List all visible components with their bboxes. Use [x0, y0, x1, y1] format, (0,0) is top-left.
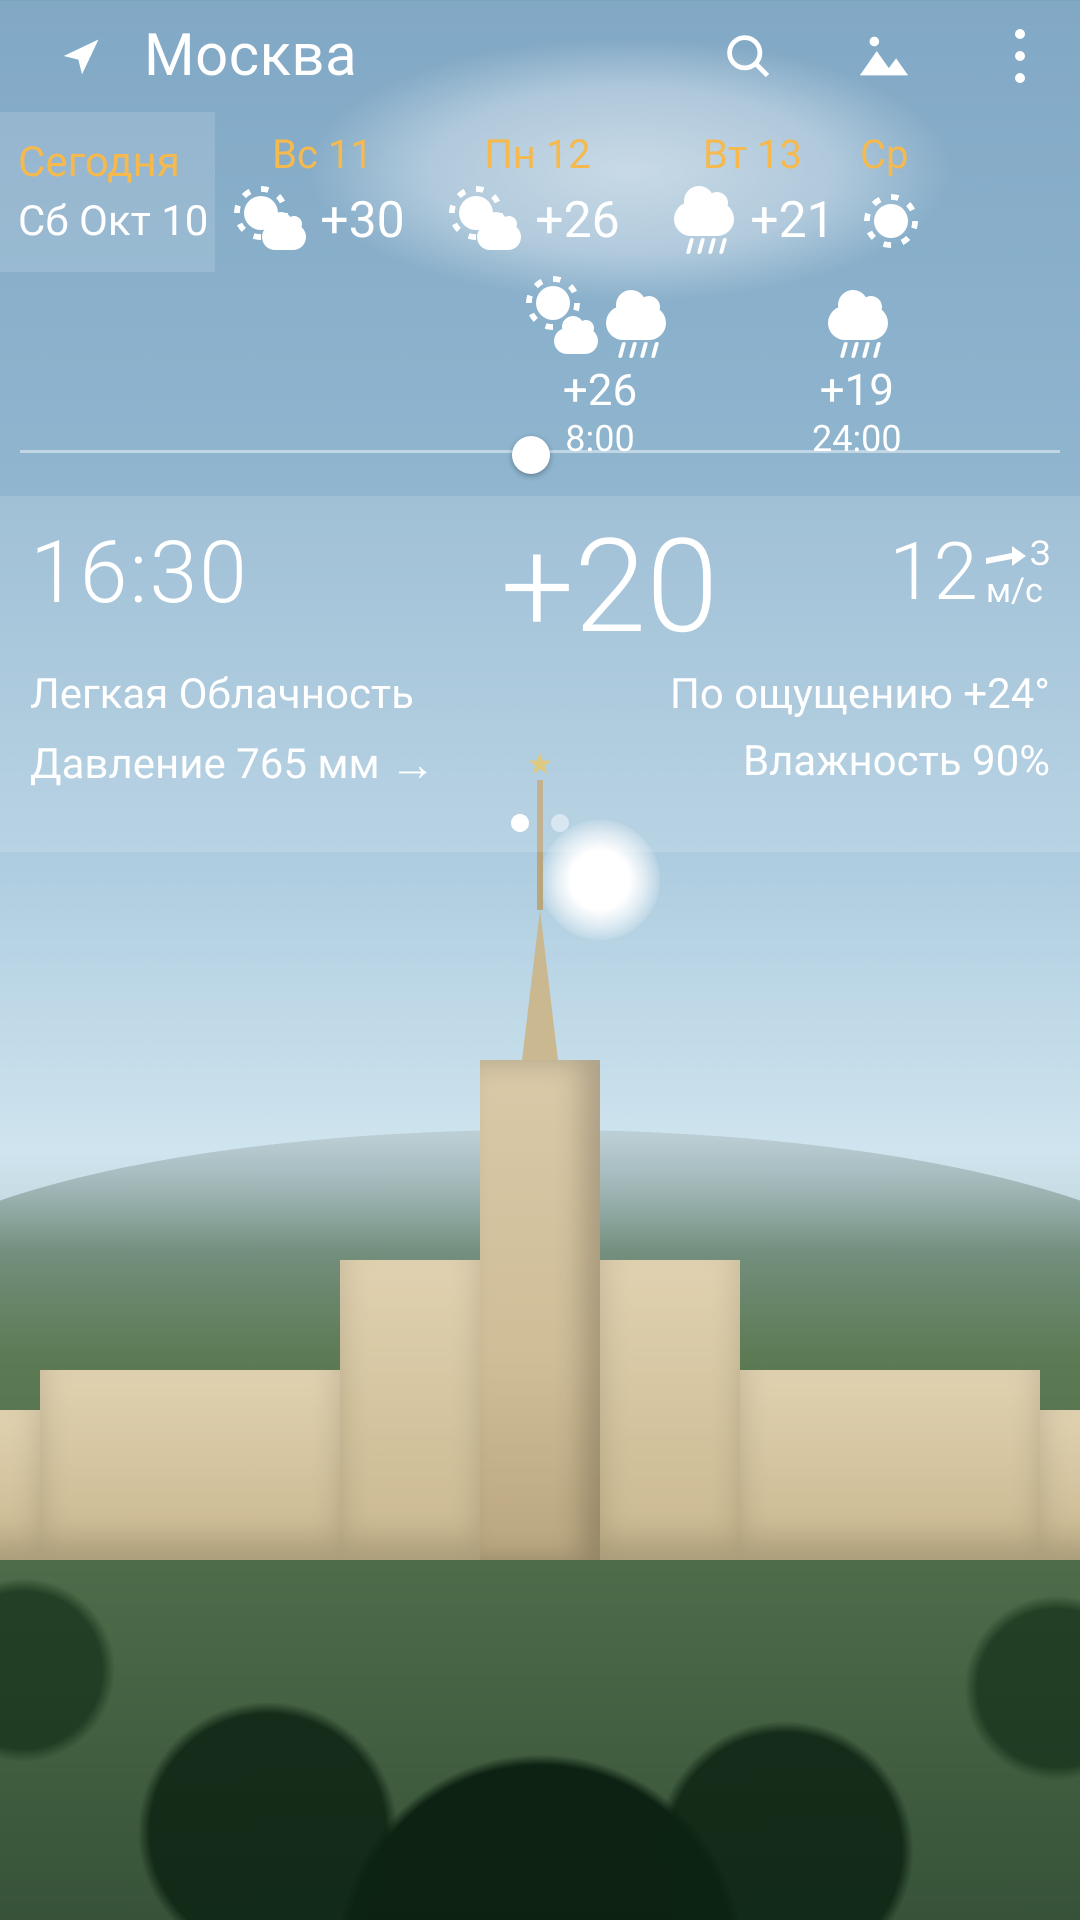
- page-dot-1[interactable]: [511, 814, 529, 832]
- search-button[interactable]: [700, 8, 796, 104]
- current-time: 16:30: [30, 522, 330, 623]
- sun-cloud-icon: [532, 278, 598, 358]
- day-tab-today[interactable]: Сегодня Сб Окт 10: [0, 112, 215, 272]
- hour-time: 24:00: [812, 418, 902, 460]
- more-vert-icon: [1015, 29, 1025, 83]
- pressure: Давление 765 мм→: [30, 737, 436, 792]
- rain-icon: [824, 278, 890, 358]
- hour-temp: +26: [532, 364, 668, 416]
- day-label: Вт 13: [703, 131, 802, 178]
- app-bar: Москва: [0, 0, 1080, 112]
- hour-slot-2: +19 24:00: [812, 278, 902, 460]
- day-tab-4[interactable]: Ср: [860, 112, 926, 272]
- city-name[interactable]: Москва: [144, 22, 660, 90]
- day-temp: +26: [535, 192, 620, 250]
- day-temp: +30: [320, 192, 405, 250]
- wind-speed: 12: [889, 532, 978, 612]
- pressure-trend-icon: →: [390, 737, 436, 792]
- wind-block: 12 З м/с: [889, 532, 1050, 612]
- day-tab-2[interactable]: Пн 12 +26: [430, 112, 645, 272]
- today-label: Сегодня: [18, 138, 180, 187]
- sun-cloud-icon: [240, 188, 306, 254]
- hour-temp: +19: [812, 364, 902, 416]
- rain-icon: [602, 278, 668, 358]
- feels-like: По ощущению +24°: [670, 670, 1050, 719]
- condition-text: Легкая Облачность: [30, 670, 414, 719]
- day-label: Ср: [860, 131, 909, 178]
- current-conditions-panel[interactable]: 16:30 +20 12 З м/с Легкая Облачность По …: [0, 496, 1080, 852]
- day-tab-3[interactable]: Вт 13 +21: [645, 112, 860, 272]
- wind-unit: м/с: [986, 573, 1043, 610]
- day-label: Пн 12: [484, 131, 590, 178]
- day-label: Вс 11: [272, 131, 373, 178]
- current-temperature: +20: [330, 522, 889, 652]
- hour-slider-thumb[interactable]: [512, 436, 550, 474]
- page-dot-2[interactable]: [551, 814, 569, 832]
- wind-direction: З: [1030, 536, 1050, 573]
- today-date: Сб Окт 10: [18, 197, 208, 246]
- daily-forecast-strip[interactable]: Сегодня Сб Окт 10 Вс 11 +30 Пн 12 +26 Вт…: [0, 112, 1080, 272]
- sun-icon: [860, 188, 926, 254]
- hour-slot-1: +26 8:00: [532, 278, 668, 460]
- hour-time: 8:00: [532, 418, 668, 460]
- sun-cloud-icon: [455, 188, 521, 254]
- overflow-menu-button[interactable]: [972, 8, 1068, 104]
- day-tab-1[interactable]: Вс 11 +30: [215, 112, 430, 272]
- scenery-button[interactable]: [836, 8, 932, 104]
- hourly-slider[interactable]: +26 8:00 +19 24:00: [0, 278, 1080, 478]
- day-temp: +21: [750, 192, 835, 250]
- location-arrow-icon: [60, 34, 104, 78]
- page-indicator[interactable]: [30, 814, 1050, 832]
- wind-arrow-icon: [986, 542, 1026, 568]
- rain-icon: [670, 188, 736, 254]
- humidity: Влажность 90%: [743, 737, 1050, 792]
